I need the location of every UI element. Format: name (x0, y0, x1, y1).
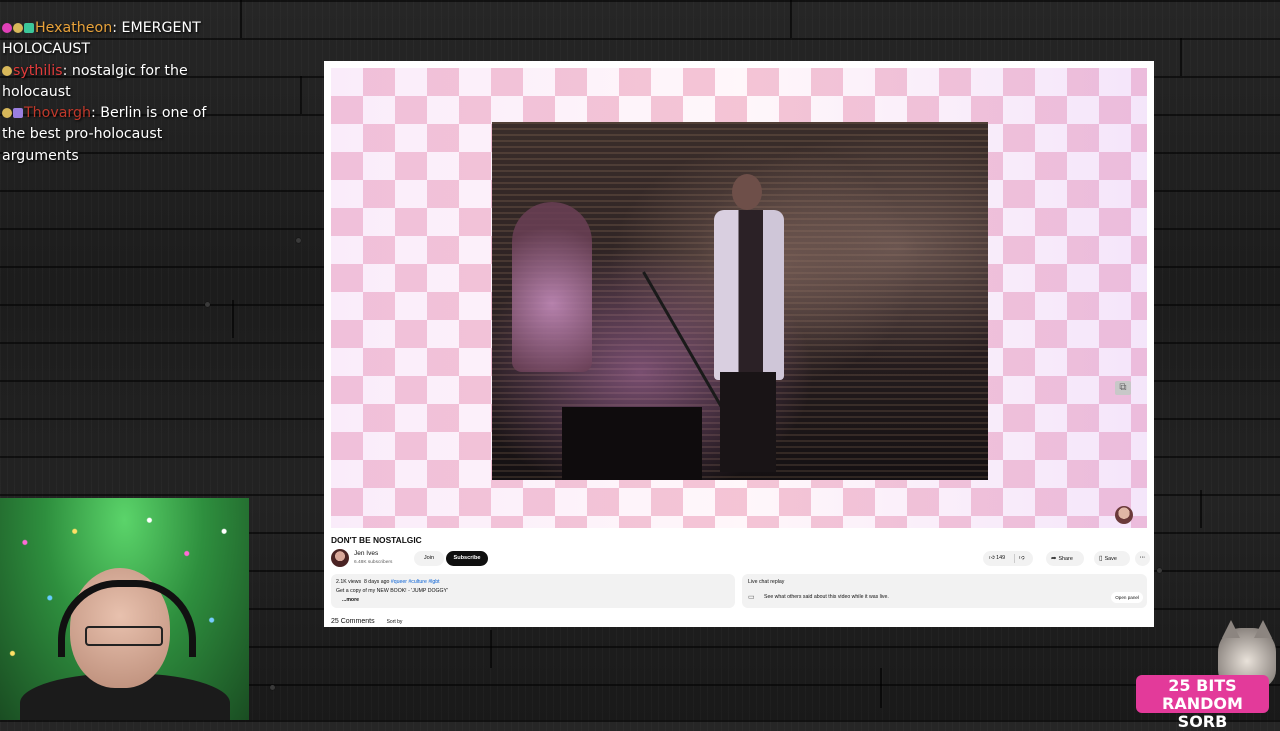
bits-badge-icon (13, 23, 23, 33)
wood-seam (880, 668, 882, 708)
channel-watermark-avatar[interactable] (1115, 506, 1133, 524)
chat-username[interactable]: Hexatheon (35, 20, 112, 36)
like-divider (1014, 554, 1015, 563)
video-scene-figure (714, 210, 784, 380)
chat-replay-text: See what others said about this video wh… (764, 594, 889, 600)
video-scene-cake (512, 202, 592, 372)
wood-seam (790, 0, 792, 38)
like-dislike-group: 👍︎ 149 👎︎ (983, 551, 1033, 566)
subscriber-count: 6.48K subscribers (354, 560, 393, 565)
wood-seam (490, 630, 492, 668)
chat-replay-box: Live chat replay ▭ See what others said … (742, 574, 1147, 608)
view-count: 2.1K views (336, 579, 362, 585)
share-button[interactable]: ➦ Share (1046, 551, 1084, 566)
chat-username[interactable]: sythilis (13, 63, 63, 79)
bookmark-icon: ▯ (1099, 555, 1103, 562)
nail (296, 238, 301, 243)
like-count: 149 (996, 555, 1006, 561)
video-scene-figure-legs (720, 372, 776, 472)
webcam-feed (0, 498, 249, 720)
video-meta: 2.1K views 8 days ago #queer #culture #l… (336, 579, 440, 585)
chat-message: Hexatheon: EMERGENT HOLOCAUST (2, 18, 227, 61)
mod-badge-icon (24, 23, 34, 33)
nail (270, 685, 275, 690)
channel-avatar[interactable] (331, 549, 349, 567)
video-title: DON'T BE NOSTALGIC (331, 535, 422, 545)
comments-count: 25 Comments (331, 618, 375, 625)
miniplayer-icon[interactable]: ⧉ (1115, 381, 1131, 395)
subscribe-button[interactable]: Subscribe (446, 551, 488, 566)
comments-header: 25 Comments Sort by (331, 618, 402, 625)
youtube-window: ⧉ DON'T BE NOSTALGIC Jen Ives 6.48K subs… (324, 61, 1154, 627)
channel-row: Jen Ives 6.48K subscribers Join Subscrib… (331, 549, 1150, 569)
description-box[interactable]: 2.1K views 8 days ago #queer #culture #l… (331, 574, 735, 608)
bits-badge-icon (2, 108, 12, 119)
sort-by-button[interactable]: Sort by (387, 619, 403, 625)
channel-name[interactable]: Jen Ives (354, 550, 378, 557)
hashtags[interactable]: #queer #culture #lgbt (391, 579, 440, 585)
join-button[interactable]: Join (414, 551, 444, 566)
goal-line-2: RANDOM SORB (1162, 694, 1243, 731)
save-label: Save (1104, 556, 1117, 562)
wood-seam (1180, 38, 1182, 76)
wood-seam (300, 76, 302, 114)
save-button[interactable]: ▯ Save (1094, 551, 1130, 566)
nail (205, 302, 210, 307)
video-scene-figure-head (732, 174, 762, 210)
goal-line-1: 25 BITS (1168, 676, 1237, 695)
chat-bubble-icon: ▭ (748, 594, 755, 601)
gift-badge-icon (13, 108, 23, 119)
share-label: Share (1058, 556, 1073, 562)
thumbs-down-icon: 👎︎ (1019, 555, 1025, 561)
description-text: Get a copy of my NEW BOOK! - 'JUMP DOGGY… (336, 588, 448, 594)
open-panel-button[interactable]: Open panel (1111, 592, 1143, 603)
wood-seam (232, 300, 234, 338)
bits-badge-icon (2, 65, 12, 76)
glasses-icon (85, 626, 163, 646)
sub-badge-icon (2, 23, 12, 33)
like-button[interactable]: 👍︎ 149 (989, 551, 1005, 566)
chat-replay-heading: Live chat replay (748, 579, 785, 585)
bits-goal-widget: 25 BITS RANDOM SORB (1136, 675, 1269, 731)
wood-seam (1200, 490, 1202, 528)
chat-username[interactable]: Thovargh (24, 105, 91, 121)
chat-message: sythilis: nostalgic for the holocaust (2, 61, 227, 104)
nail (1157, 568, 1162, 573)
stream-chat: Hexatheon: EMERGENT HOLOCAUST sythilis: … (2, 18, 227, 167)
video-scene-desk (562, 407, 702, 480)
video-frame[interactable] (492, 122, 988, 480)
upload-age: 8 days ago (363, 579, 390, 585)
dislike-button[interactable]: 👎︎ (1019, 551, 1024, 566)
description-more-link[interactable]: ...more (342, 597, 359, 603)
wood-seam (240, 0, 242, 38)
video-player[interactable]: ⧉ (331, 68, 1147, 528)
thumbs-up-icon: 👍︎ (989, 555, 995, 561)
chat-message: Thovargh: Berlin is one of the best pro-… (2, 103, 227, 167)
more-actions-button[interactable]: ··· (1135, 551, 1150, 566)
share-icon: ➦ (1051, 555, 1057, 562)
